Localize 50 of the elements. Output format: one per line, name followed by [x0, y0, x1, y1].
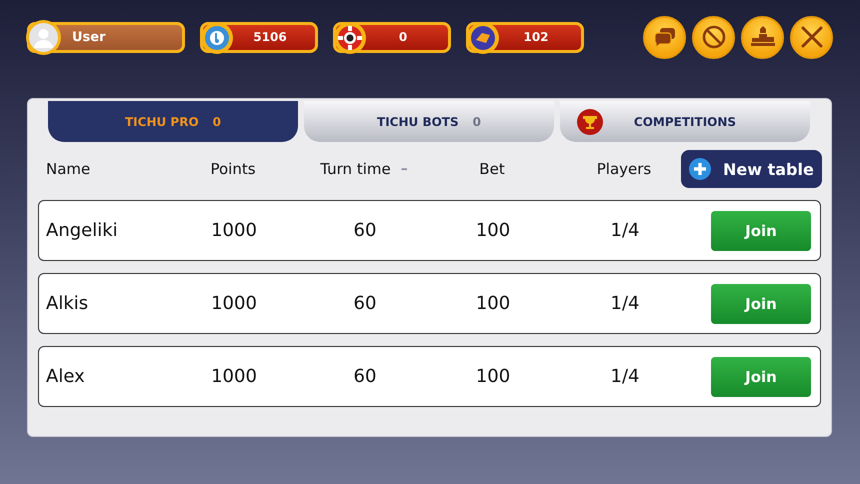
plus-icon — [689, 158, 711, 180]
chat-bubbles-icon — [654, 27, 676, 47]
token-icon — [466, 20, 500, 54]
table-cell: 100 — [476, 293, 510, 314]
close-button[interactable] — [790, 16, 833, 58]
table-cell: 1/4 — [610, 220, 640, 241]
column-header[interactable]: Points — [210, 160, 256, 178]
table-cell: 60 — [354, 220, 376, 241]
column-header[interactable]: Players — [596, 160, 652, 178]
user-panel[interactable]: User — [27, 22, 185, 52]
join-button[interactable]: Join — [711, 356, 811, 396]
table-row[interactable]: Angeliki 1000 60 100 1/4 Join — [38, 200, 821, 261]
prohibited-icon — [702, 25, 726, 49]
column-header[interactable]: Name — [46, 160, 90, 178]
leaderboard-button[interactable] — [741, 16, 784, 58]
column-header[interactable]: Bet — [479, 160, 505, 178]
table-cell: 1000 — [211, 220, 257, 241]
column-header[interactable]: Turn time — [320, 160, 391, 178]
tab[interactable]: COMPETITIONS — [560, 101, 810, 142]
coin-icon — [200, 20, 234, 54]
currency-counter: 5106 — [200, 22, 318, 52]
table-cell: Alkis — [46, 293, 88, 314]
tab[interactable]: TICHU BOTS 0 — [304, 101, 554, 142]
table-cell: 1/4 — [610, 366, 640, 387]
podium-icon — [750, 26, 774, 48]
table-cell: 60 — [354, 366, 376, 387]
currency-counter: 0 — [333, 22, 451, 52]
table-cell: 1000 — [211, 293, 257, 314]
table-cell: Angeliki — [46, 220, 118, 241]
block-button[interactable] — [692, 16, 735, 58]
join-button[interactable]: Join — [711, 284, 811, 324]
table-cell: Alex — [46, 366, 85, 387]
tab[interactable]: TICHU PRO 0 — [48, 101, 298, 142]
table-cell: 1000 — [211, 366, 257, 387]
trophy-icon — [577, 109, 603, 135]
table-cell: 60 — [354, 293, 376, 314]
currency-counter: 102 — [466, 22, 584, 52]
join-button[interactable]: Join — [711, 210, 811, 250]
new-table-button[interactable]: New table — [681, 150, 822, 188]
table-row[interactable]: Alkis 1000 60 100 1/4 Join — [38, 273, 821, 334]
close-icon — [800, 26, 822, 48]
username: User — [71, 30, 106, 44]
table-cell: 100 — [476, 366, 510, 387]
chat-button[interactable] — [643, 16, 686, 58]
table-cell: 1/4 — [610, 293, 640, 314]
poker-chip-icon — [333, 20, 367, 54]
avatar-icon — [29, 22, 58, 52]
table-cell: 100 — [476, 220, 510, 241]
sort-indicator: – — [400, 161, 408, 177]
table-row[interactable]: Alex 1000 60 100 1/4 Join — [38, 346, 821, 407]
